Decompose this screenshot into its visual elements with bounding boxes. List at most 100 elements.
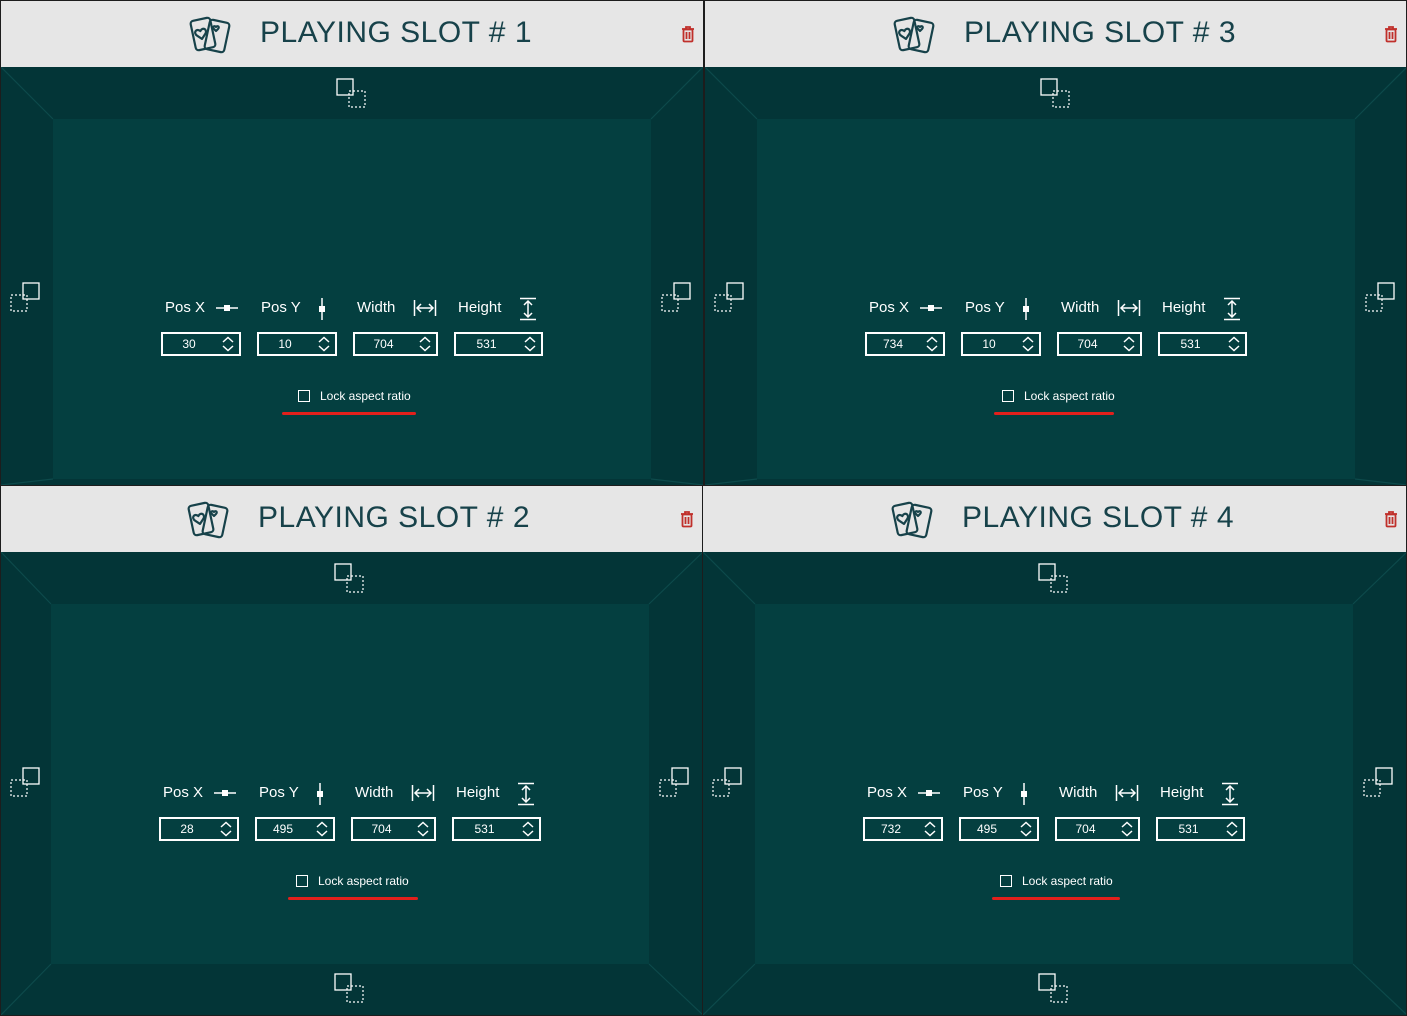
spinner-arrows-icon[interactable] bbox=[1019, 335, 1037, 353]
height-input[interactable]: 531 bbox=[452, 817, 541, 841]
trash-icon[interactable] bbox=[1384, 510, 1398, 528]
pos-y-input[interactable]: 10 bbox=[961, 332, 1041, 356]
pos-y-input[interactable]: 495 bbox=[255, 817, 335, 841]
playing-cards-icon bbox=[891, 501, 933, 539]
slot-canvas: Pos X Pos Y Width Height 734 10 704 531 … bbox=[705, 67, 1406, 485]
height-input[interactable]: 531 bbox=[1158, 332, 1247, 356]
anchor-left-icon[interactable] bbox=[9, 281, 43, 315]
lock-aspect-ratio-label: Lock aspect ratio bbox=[1024, 389, 1115, 403]
anchor-left-icon[interactable] bbox=[9, 766, 43, 800]
lock-underline bbox=[288, 897, 418, 900]
spinner-arrows-icon[interactable] bbox=[217, 820, 235, 838]
height-input[interactable]: 531 bbox=[454, 332, 543, 356]
spinner-arrows-icon[interactable] bbox=[1225, 335, 1243, 353]
slot-inner-area: Pos X Pos Y Width Height 732 495 704 531… bbox=[755, 604, 1353, 964]
anchor-right-icon[interactable] bbox=[1364, 281, 1398, 315]
playing-cards-icon bbox=[189, 16, 231, 54]
checkbox-box[interactable] bbox=[298, 390, 310, 402]
vertical-position-icon bbox=[319, 298, 325, 320]
field-labels: Pos X Pos Y Width Height bbox=[53, 297, 651, 321]
pos-y-input[interactable]: 495 bbox=[959, 817, 1039, 841]
anchor-top-icon[interactable] bbox=[1039, 77, 1073, 111]
spinner-arrows-icon[interactable] bbox=[414, 820, 432, 838]
pos-x-input[interactable]: 28 bbox=[159, 817, 239, 841]
vertical-position-icon bbox=[317, 783, 323, 805]
slot-inner-area: Pos X Pos Y Width Height 28 495 704 531 … bbox=[51, 604, 649, 964]
pos-x-input[interactable]: 30 bbox=[161, 332, 241, 356]
lock-aspect-ratio-label: Lock aspect ratio bbox=[320, 389, 411, 403]
anchor-top-icon[interactable] bbox=[1037, 562, 1071, 596]
pos-y-label: Pos Y bbox=[261, 299, 301, 316]
trash-icon[interactable] bbox=[681, 25, 695, 43]
spinner-arrows-icon[interactable] bbox=[519, 820, 537, 838]
trash-icon[interactable] bbox=[1384, 25, 1398, 43]
pos-y-input[interactable]: 10 bbox=[257, 332, 337, 356]
width-input[interactable]: 704 bbox=[351, 817, 436, 841]
spinner-arrows-icon[interactable] bbox=[1120, 335, 1138, 353]
width-label: Width bbox=[357, 299, 396, 316]
playing-cards-icon bbox=[893, 16, 935, 54]
vertical-position-icon bbox=[1021, 783, 1027, 805]
pos-x-input[interactable]: 732 bbox=[863, 817, 943, 841]
horizontal-position-icon bbox=[920, 305, 942, 311]
spinner-arrows-icon[interactable] bbox=[313, 820, 331, 838]
lock-aspect-ratio-label: Lock aspect ratio bbox=[318, 874, 409, 888]
spinner-arrows-icon[interactable] bbox=[1118, 820, 1136, 838]
height-input[interactable]: 531 bbox=[1156, 817, 1245, 841]
pos-y-label: Pos Y bbox=[963, 784, 1003, 801]
spinner-arrows-icon[interactable] bbox=[219, 335, 237, 353]
horizontal-position-icon bbox=[918, 790, 940, 796]
lock-aspect-ratio-label: Lock aspect ratio bbox=[1022, 874, 1113, 888]
slot-title: PLAYING SLOT # 3 bbox=[964, 16, 1237, 49]
height-label: Height bbox=[456, 784, 500, 801]
spinner-arrows-icon[interactable] bbox=[1223, 820, 1241, 838]
spinner-arrows-icon[interactable] bbox=[1017, 820, 1035, 838]
lock-aspect-ratio-checkbox[interactable]: Lock aspect ratio bbox=[1002, 389, 1142, 405]
playing-cards-icon bbox=[187, 501, 229, 539]
width-input[interactable]: 704 bbox=[1057, 332, 1142, 356]
slot-inner-area: Pos X Pos Y Width Height 30 10 704 531 L… bbox=[53, 119, 651, 479]
width-arrows-icon bbox=[411, 785, 435, 801]
vertical-position-icon bbox=[1023, 298, 1029, 320]
lock-underline bbox=[994, 412, 1114, 415]
slot-inner-area: Pos X Pos Y Width Height 734 10 704 531 … bbox=[757, 119, 1355, 479]
slot-title: PLAYING SLOT # 1 bbox=[260, 16, 533, 49]
trash-icon[interactable] bbox=[680, 510, 694, 528]
width-arrows-icon bbox=[1117, 300, 1141, 316]
anchor-bottom-icon[interactable] bbox=[1037, 972, 1071, 1006]
anchor-right-icon[interactable] bbox=[1362, 766, 1396, 800]
slot-canvas: Pos X Pos Y Width Height 30 10 704 531 L… bbox=[1, 67, 703, 485]
spinner-arrows-icon[interactable] bbox=[521, 335, 539, 353]
checkbox-box[interactable] bbox=[1002, 390, 1014, 402]
lock-aspect-ratio-checkbox[interactable]: Lock aspect ratio bbox=[298, 389, 438, 405]
anchor-top-icon[interactable] bbox=[333, 562, 367, 596]
playing-slot-1: PLAYING SLOT # 1 Pos X Pos Y Width Heigh… bbox=[0, 0, 704, 486]
checkbox-box[interactable] bbox=[1000, 875, 1012, 887]
anchor-left-icon[interactable] bbox=[713, 281, 747, 315]
anchor-top-icon[interactable] bbox=[335, 77, 369, 111]
slot-header: PLAYING SLOT # 4 bbox=[703, 486, 1406, 552]
anchor-bottom-icon[interactable] bbox=[333, 972, 367, 1006]
height-arrows-icon bbox=[520, 297, 536, 321]
anchor-right-icon[interactable] bbox=[658, 766, 692, 800]
pos-x-label: Pos X bbox=[163, 784, 204, 801]
height-arrows-icon bbox=[1224, 297, 1240, 321]
spinner-arrows-icon[interactable] bbox=[921, 820, 939, 838]
slot-header: PLAYING SLOT # 2 bbox=[1, 486, 702, 552]
height-label: Height bbox=[1162, 299, 1206, 316]
lock-aspect-ratio-checkbox[interactable]: Lock aspect ratio bbox=[296, 874, 436, 890]
playing-slot-2: PLAYING SLOT # 2 Pos X Pos Y Width Heigh… bbox=[0, 485, 703, 1016]
spinner-arrows-icon[interactable] bbox=[315, 335, 333, 353]
anchor-right-icon[interactable] bbox=[660, 281, 694, 315]
playing-slot-4: PLAYING SLOT # 4 Pos X Pos Y Width Heigh… bbox=[702, 485, 1407, 1016]
checkbox-box[interactable] bbox=[296, 875, 308, 887]
anchor-left-icon[interactable] bbox=[711, 766, 745, 800]
width-input[interactable]: 704 bbox=[1055, 817, 1140, 841]
width-label: Width bbox=[1059, 784, 1098, 801]
spinner-arrows-icon[interactable] bbox=[416, 335, 434, 353]
lock-aspect-ratio-checkbox[interactable]: Lock aspect ratio bbox=[1000, 874, 1140, 890]
pos-y-label: Pos Y bbox=[965, 299, 1005, 316]
spinner-arrows-icon[interactable] bbox=[923, 335, 941, 353]
pos-x-input[interactable]: 734 bbox=[865, 332, 945, 356]
width-input[interactable]: 704 bbox=[353, 332, 438, 356]
